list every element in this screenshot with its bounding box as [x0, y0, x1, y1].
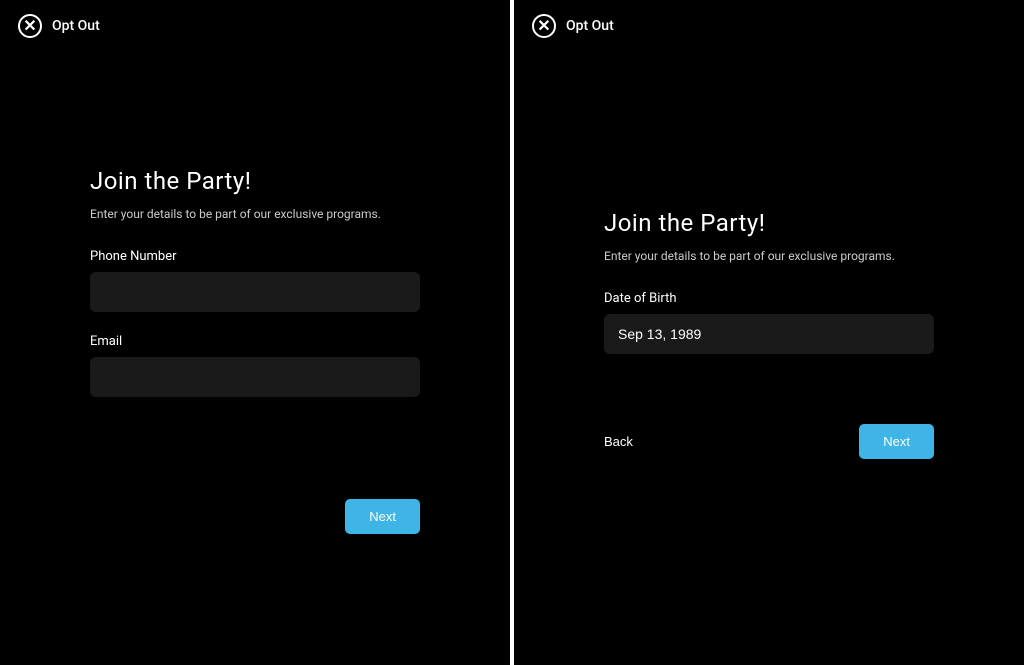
phone-label: Phone Number: [90, 249, 420, 264]
screen-step-2: ✕ Opt Out Join the Party! Enter your det…: [514, 0, 1024, 665]
email-input[interactable]: [90, 357, 420, 397]
page-title: Join the Party!: [604, 209, 934, 237]
screen-step-1: ✕ Opt Out Join the Party! Enter your det…: [0, 0, 510, 665]
button-row: Back Next: [604, 424, 934, 459]
dob-input[interactable]: [604, 314, 934, 354]
page-subtitle: Enter your details to be part of our exc…: [90, 207, 420, 221]
next-button[interactable]: Next: [345, 499, 420, 534]
close-icon[interactable]: ✕: [532, 14, 556, 38]
page-subtitle: Enter your details to be part of our exc…: [604, 249, 934, 263]
button-row: Next: [90, 499, 420, 534]
email-label: Email: [90, 334, 420, 349]
close-icon[interactable]: ✕: [18, 14, 42, 38]
form-content: Join the Party! Enter your details to be…: [0, 52, 510, 534]
opt-out-bar: ✕ Opt Out: [514, 0, 1024, 52]
page-title: Join the Party!: [90, 167, 420, 195]
form-content: Join the Party! Enter your details to be…: [514, 52, 1024, 459]
back-button[interactable]: Back: [604, 434, 633, 449]
opt-out-label[interactable]: Opt Out: [566, 18, 614, 34]
next-button[interactable]: Next: [859, 424, 934, 459]
opt-out-bar: ✕ Opt Out: [0, 0, 510, 52]
opt-out-label[interactable]: Opt Out: [52, 18, 100, 34]
phone-input[interactable]: [90, 272, 420, 312]
dob-label: Date of Birth: [604, 291, 934, 306]
